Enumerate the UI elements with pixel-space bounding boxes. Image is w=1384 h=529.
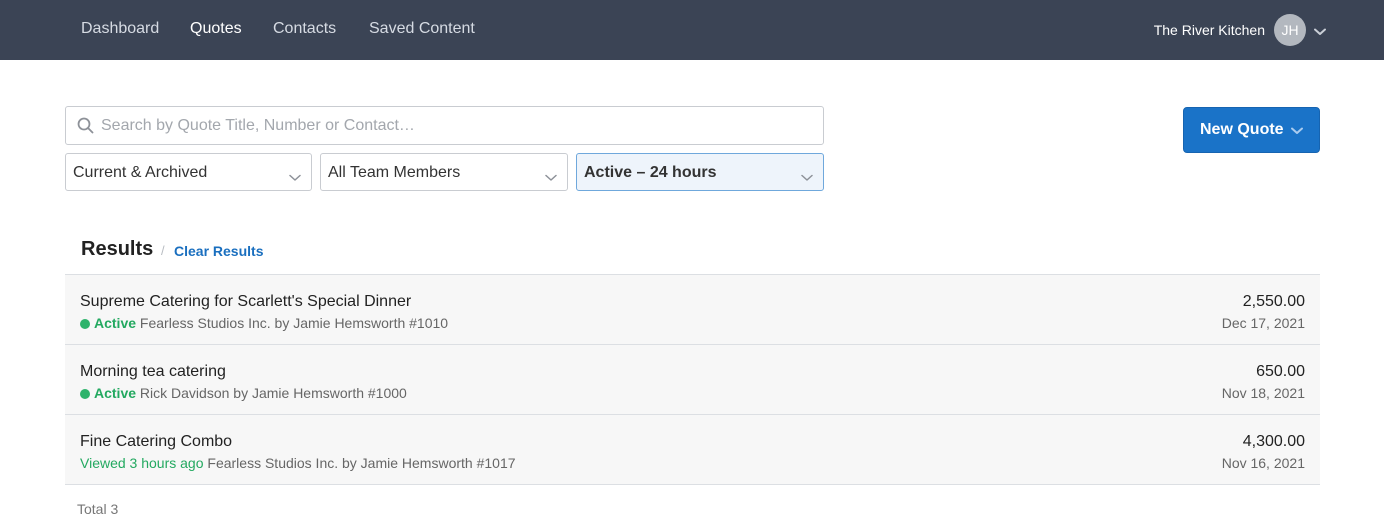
quote-title: Fine Catering Combo: [80, 433, 233, 450]
results-list: Supreme Catering for Scarlett's Special …: [65, 274, 1320, 485]
status-dot-icon: [80, 319, 90, 329]
status-filter-value: Current & Archived: [73, 164, 208, 181]
quote-title: Supreme Catering for Scarlett's Special …: [80, 293, 412, 310]
quote-date: Dec 17, 2021: [1221, 315, 1305, 331]
chevron-down-icon: [289, 169, 301, 187]
account-name: The River Kitchen: [1153, 22, 1265, 38]
chevron-down-icon: [801, 169, 813, 187]
chevron-down-icon: [1290, 122, 1303, 140]
quote-meta: Active Fearless Studios Inc. by Jamie He…: [80, 315, 448, 331]
nav-dashboard[interactable]: Dashboard: [81, 20, 159, 38]
status-badge: Active: [94, 385, 137, 401]
quote-meta: Viewed 3 hours ago Fearless Studios Inc.…: [80, 455, 516, 471]
quote-row[interactable]: Fine Catering Combo Viewed 3 hours ago F…: [65, 415, 1320, 485]
status-badge: Active: [94, 315, 137, 331]
nav-saved-content[interactable]: Saved Content: [369, 20, 475, 38]
results-total: Total 3: [77, 501, 119, 517]
quote-amount: 4,300.00: [1242, 433, 1305, 450]
new-quote-label: New Quote: [1200, 121, 1284, 138]
team-filter-value: All Team Members: [328, 164, 461, 181]
activity-filter-value: Active – 24 hours: [584, 164, 717, 181]
avatar[interactable]: JH: [1274, 14, 1306, 46]
quote-row[interactable]: Supreme Catering for Scarlett's Special …: [65, 275, 1320, 345]
status-badge: Viewed 3 hours ago: [80, 455, 204, 471]
account-menu[interactable]: The River Kitchen JH: [1153, 0, 1326, 60]
team-filter-select[interactable]: All Team Members: [320, 153, 568, 191]
quote-meta: Active Rick Davidson by Jamie Hemsworth …: [80, 385, 407, 401]
quote-amount: 650.00: [1256, 363, 1305, 380]
status-dot-icon: [80, 389, 90, 399]
quote-title: Morning tea catering: [80, 363, 226, 380]
status-filter-select[interactable]: Current & Archived: [65, 153, 312, 191]
quote-amount: 2,550.00: [1242, 293, 1305, 310]
clear-results-link[interactable]: Clear Results: [174, 243, 263, 259]
quote-details: Rick Davidson by Jamie Hemsworth #1000: [139, 385, 407, 401]
quote-row[interactable]: Morning tea catering Active Rick Davidso…: [65, 345, 1320, 415]
nav-contacts[interactable]: Contacts: [273, 20, 336, 38]
chevron-down-icon: [545, 169, 557, 187]
quote-date: Nov 18, 2021: [1221, 385, 1305, 401]
quote-details: Fearless Studios Inc. by Jamie Hemsworth…: [207, 455, 516, 471]
nav-quotes[interactable]: Quotes: [190, 20, 242, 38]
new-quote-button[interactable]: New Quote: [1183, 107, 1320, 153]
quote-details: Fearless Studios Inc. by Jamie Hemsworth…: [139, 315, 449, 331]
top-navigation: Dashboard Quotes Contacts Saved Content …: [0, 0, 1384, 60]
search-icon: [77, 117, 94, 139]
search-input[interactable]: [101, 107, 811, 144]
chevron-down-icon[interactable]: [1314, 23, 1326, 41]
results-separator: /: [161, 243, 165, 258]
search-box: [65, 106, 824, 145]
quote-date: Nov 16, 2021: [1221, 455, 1305, 471]
activity-filter-select[interactable]: Active – 24 hours: [576, 153, 824, 191]
results-heading: Results: [81, 238, 154, 260]
